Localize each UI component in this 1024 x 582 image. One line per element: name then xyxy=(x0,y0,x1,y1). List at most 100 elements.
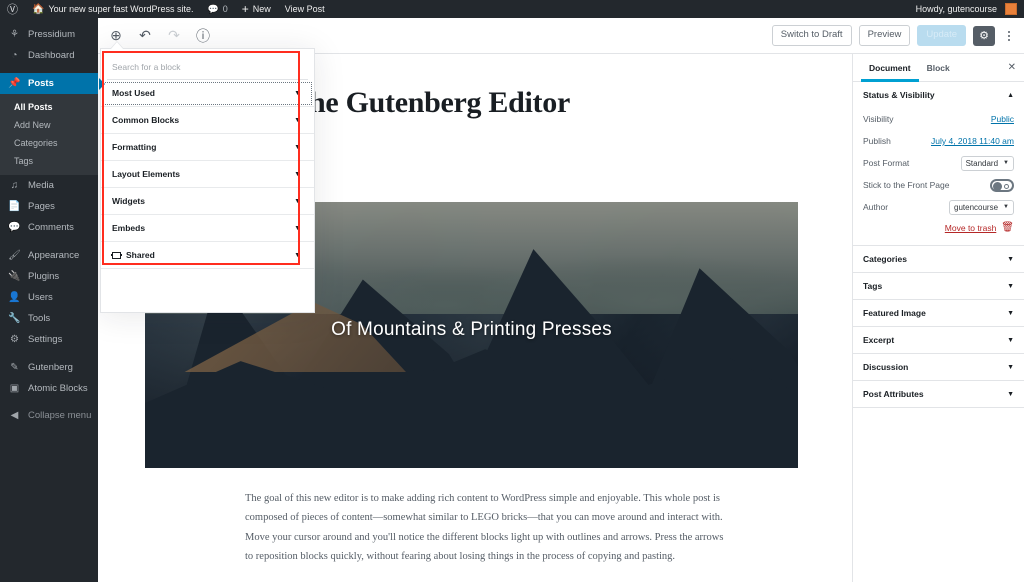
site-name-menu[interactable]: 🏠 Your new super fast WordPress site. xyxy=(25,0,201,18)
inserter-category-embeds[interactable]: Embeds ▼ xyxy=(101,215,314,242)
sidebar-item-users[interactable]: 👤 Users xyxy=(0,287,98,308)
publish-date-button[interactable]: July 4, 2018 11:40 am xyxy=(931,136,1014,146)
settings-sidebar: Document Block ✕ Status & Visibility ▲ V… xyxy=(852,54,1024,582)
sidebar-item-settings[interactable]: ⚙ Settings xyxy=(0,329,98,350)
wordpress-logo-icon: Ⓥ xyxy=(7,4,18,16)
sidebar-item-add-new[interactable]: Add New xyxy=(0,116,98,134)
close-icon[interactable]: ✕ xyxy=(1008,62,1016,73)
settings-icon: ⚙ xyxy=(10,334,19,345)
sidebar-item-comments[interactable]: 💬 Comments xyxy=(0,217,98,238)
dashboard-icon: ◔ xyxy=(11,50,18,61)
chevron-down-icon: ▼ xyxy=(294,143,301,151)
panel-title: Tags xyxy=(863,281,883,291)
panel-status-visibility: Status & Visibility ▲ Visibility Public … xyxy=(853,82,1024,246)
ellipsis-vertical-icon xyxy=(1008,30,1010,33)
sidebar-item-label: Media xyxy=(28,180,54,191)
panel-title: Status & Visibility xyxy=(863,90,935,100)
chevron-down-icon: ▼ xyxy=(1007,255,1014,263)
undo-button[interactable]: ↶ xyxy=(135,26,155,46)
chevron-down-icon: ▼ xyxy=(294,89,301,97)
content-info-button[interactable]: ⓘ xyxy=(193,26,213,46)
inserter-category-most-used[interactable]: Most Used ▼ xyxy=(101,80,314,107)
settings-toggle-button[interactable]: ⚙ xyxy=(973,25,995,46)
chevron-down-icon: ▼ xyxy=(1003,160,1009,166)
panel-header[interactable]: Tags ▼ xyxy=(853,273,1024,299)
sidebar-item-plugins[interactable]: 🔌 Plugins xyxy=(0,266,98,287)
panel-header[interactable]: Discussion ▼ xyxy=(853,354,1024,380)
panel-tags: Tags ▼ xyxy=(853,273,1024,300)
redo-button[interactable]: ↷ xyxy=(164,26,184,46)
comment-count: 0 xyxy=(222,4,228,14)
panel-title: Categories xyxy=(863,254,907,264)
view-post-link[interactable]: View Post xyxy=(278,0,332,18)
tab-document[interactable]: Document xyxy=(861,54,919,82)
switch-to-draft-button[interactable]: Switch to Draft xyxy=(771,25,852,46)
sidebar-item-dashboard[interactable]: ◔ Dashboard xyxy=(0,45,98,66)
inserter-category-formatting[interactable]: Formatting ▼ xyxy=(101,134,314,161)
inserter-category-widgets[interactable]: Widgets ▼ xyxy=(101,188,314,215)
comments-bubble-button[interactable]: 💬 0 xyxy=(201,0,235,18)
home-icon: 🏠 xyxy=(32,3,45,15)
avatar xyxy=(1005,3,1017,15)
visibility-value-button[interactable]: Public xyxy=(991,114,1014,124)
sticky-toggle[interactable] xyxy=(990,178,1014,192)
move-to-trash-button[interactable]: Move to trash xyxy=(945,223,997,233)
panel-header[interactable]: Status & Visibility ▲ xyxy=(853,82,1024,108)
new-content-menu[interactable]: + New xyxy=(235,0,278,18)
chevron-up-icon: ▲ xyxy=(1007,91,1014,99)
sidebar-item-label: Plugins xyxy=(28,271,60,282)
sidebar-item-pages[interactable]: 📄 Pages xyxy=(0,196,98,217)
update-button[interactable]: Update xyxy=(917,25,966,46)
account-menu[interactable]: Howdy, gutencourse xyxy=(909,0,1024,18)
collapse-menu-button[interactable]: ◀ Collapse menu xyxy=(0,405,98,426)
plugin-icon: 🔌 xyxy=(8,271,21,282)
pages-icon: 📄 xyxy=(8,201,21,212)
sidebar-item-gutenberg[interactable]: ✎ Gutenberg xyxy=(0,357,98,378)
publish-label: Publish xyxy=(863,136,891,146)
sidebar-item-label: Appearance xyxy=(28,250,80,261)
sidebar-item-pressidium[interactable]: ⚘ Pressidium xyxy=(0,24,98,45)
wordpress-logo-button[interactable]: Ⓥ xyxy=(0,0,25,18)
category-label: Shared xyxy=(126,250,155,260)
sidebar-item-label: Settings xyxy=(28,334,63,345)
paragraph-block[interactable]: The goal of this new editor is to make a… xyxy=(245,489,730,567)
sidebar-item-appearance[interactable]: 🖌 Appearance xyxy=(0,245,98,266)
tab-block[interactable]: Block xyxy=(919,54,958,82)
row-post-format: Post Format Standard ▼ xyxy=(863,152,1014,174)
menu-divider xyxy=(0,238,98,245)
editor-toolbar-left: ⊕ ↶ ↷ ⓘ xyxy=(98,26,213,46)
inserter-category-common-blocks[interactable]: Common Blocks ▼ xyxy=(101,107,314,134)
pressidium-icon: ⚘ xyxy=(10,29,19,40)
more-options-button[interactable] xyxy=(1002,26,1016,46)
sidebar-item-tools[interactable]: 🔧 Tools xyxy=(0,308,98,329)
inserter-category-layout-elements[interactable]: Layout Elements ▼ xyxy=(101,161,314,188)
preview-button[interactable]: Preview xyxy=(858,25,911,46)
comment-bubble-icon: 💬 xyxy=(207,3,219,14)
panel-header[interactable]: Featured Image ▼ xyxy=(853,300,1024,326)
plus-icon: + xyxy=(241,2,249,16)
inserter-category-shared[interactable]: Shared ▼ xyxy=(101,242,314,269)
paintbrush-icon: 🖌 xyxy=(8,250,21,261)
admin-sidebar-menu: ⚘ Pressidium ◔ Dashboard 📌 Posts All Pos… xyxy=(0,18,105,582)
sidebar-item-atomic-blocks[interactable]: ▣ Atomic Blocks xyxy=(0,378,98,399)
panel-header[interactable]: Categories ▼ xyxy=(853,246,1024,272)
sidebar-item-media[interactable]: ♫ Media xyxy=(0,175,98,196)
panel-title: Post Attributes xyxy=(863,389,924,399)
sidebar-item-tags[interactable]: Tags xyxy=(0,152,98,170)
sidebar-item-all-posts[interactable]: All Posts xyxy=(0,98,98,116)
panel-header[interactable]: Post Attributes ▼ xyxy=(853,381,1024,407)
menu-divider xyxy=(0,350,98,357)
author-select[interactable]: gutencourse ▼ xyxy=(949,199,1014,215)
sidebar-item-posts[interactable]: 📌 Posts xyxy=(0,73,105,94)
row-publish: Publish July 4, 2018 11:40 am xyxy=(863,130,1014,152)
post-format-select[interactable]: Standard ▼ xyxy=(960,155,1014,171)
category-label: Most Used xyxy=(112,88,155,98)
new-label: New xyxy=(252,4,271,14)
panel-header[interactable]: Excerpt ▼ xyxy=(853,327,1024,353)
user-icon: 👤 xyxy=(8,292,21,303)
panel-excerpt: Excerpt ▼ xyxy=(853,327,1024,354)
category-label: Formatting xyxy=(112,142,157,152)
sidebar-item-categories[interactable]: Categories xyxy=(0,134,98,152)
collapse-menu-label: Collapse menu xyxy=(28,410,92,421)
search-input[interactable]: Search for a block xyxy=(107,54,308,80)
